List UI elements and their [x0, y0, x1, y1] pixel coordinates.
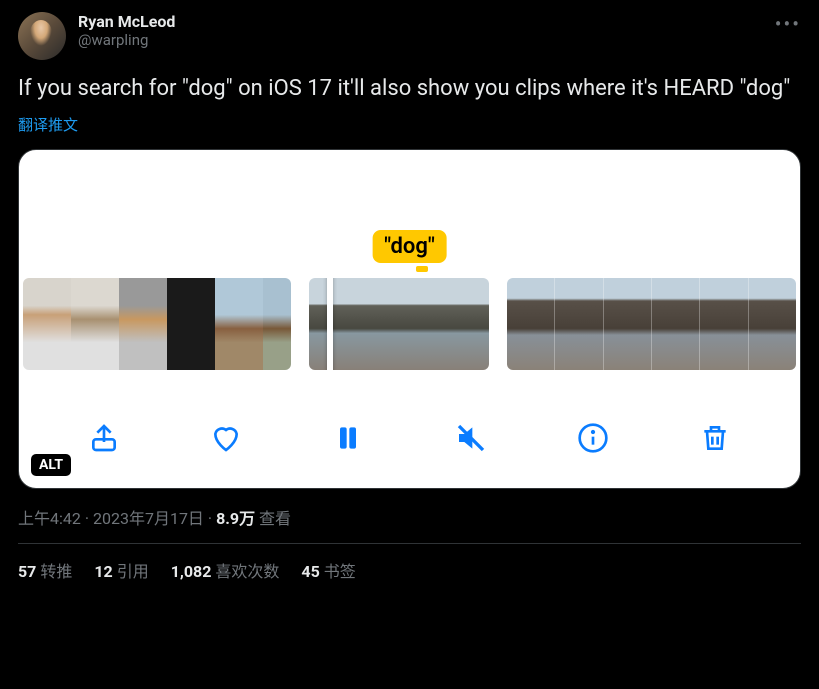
- clip-group-1[interactable]: [23, 278, 291, 370]
- info-icon[interactable]: [575, 420, 611, 456]
- share-icon[interactable]: [86, 420, 122, 456]
- translate-link[interactable]: 翻译推文: [18, 114, 78, 135]
- timeline-frame: [507, 278, 554, 370]
- playhead[interactable]: [327, 278, 333, 370]
- stat-likes[interactable]: 1,082喜欢次数: [171, 558, 280, 582]
- heart-icon[interactable]: [208, 420, 244, 456]
- stat-bookmarks[interactable]: 45书签: [301, 558, 355, 582]
- timeline-frame: [651, 278, 699, 370]
- timeline-frame: [435, 278, 489, 370]
- video-timeline[interactable]: [19, 278, 800, 370]
- timeline-frame: [381, 278, 435, 370]
- timeline-frame: [699, 278, 747, 370]
- alt-badge[interactable]: ALT: [31, 454, 71, 476]
- timeline-frame: [603, 278, 651, 370]
- tweet-meta: 上午4:42 · 2023年7月17日 · 8.9万 查看: [18, 505, 801, 529]
- timeline-frame: [309, 278, 327, 370]
- tweet-text: If you search for "dog" on iOS 17 it'll …: [18, 74, 801, 104]
- clip-group-2[interactable]: [309, 278, 489, 370]
- tweet-container: Ryan McLeod @warpling ••• If you search …: [0, 0, 819, 594]
- tooltip-pointer: [416, 266, 428, 272]
- clip-group-3[interactable]: [507, 278, 796, 370]
- mute-icon[interactable]: [453, 420, 489, 456]
- divider: [18, 543, 801, 544]
- timeline-frame: [554, 278, 602, 370]
- timeline-frame: [263, 278, 291, 370]
- search-tooltip: "dog": [372, 230, 447, 263]
- stat-retweets[interactable]: 57转推: [18, 558, 72, 582]
- timeline-frame: [215, 278, 263, 370]
- views-count: 8.9万: [216, 509, 255, 528]
- trash-icon[interactable]: [697, 420, 733, 456]
- timeline-frame: [71, 278, 119, 370]
- avatar[interactable]: [18, 12, 66, 60]
- author-names[interactable]: Ryan McLeod @warpling: [78, 12, 801, 49]
- media-attachment[interactable]: "dog": [18, 149, 801, 489]
- stat-quotes[interactable]: 12引用: [94, 558, 148, 582]
- display-name: Ryan McLeod: [78, 12, 801, 31]
- timeline-frame: [119, 278, 167, 370]
- timeline-frame: [23, 278, 71, 370]
- tweet-date[interactable]: 2023年7月17日: [93, 509, 204, 528]
- views-label: 查看: [259, 509, 291, 528]
- more-icon[interactable]: •••: [775, 12, 801, 36]
- pause-icon[interactable]: [330, 420, 366, 456]
- tweet-header: Ryan McLeod @warpling •••: [18, 12, 801, 60]
- timeline-frame: [748, 278, 796, 370]
- timeline-frame: [167, 278, 215, 370]
- timeline-frame: [327, 278, 381, 370]
- tweet-time[interactable]: 上午4:42: [18, 509, 81, 528]
- video-controls: [19, 388, 800, 488]
- handle: @warpling: [78, 31, 801, 49]
- tweet-stats: 57转推 12引用 1,082喜欢次数 45书签: [18, 558, 801, 582]
